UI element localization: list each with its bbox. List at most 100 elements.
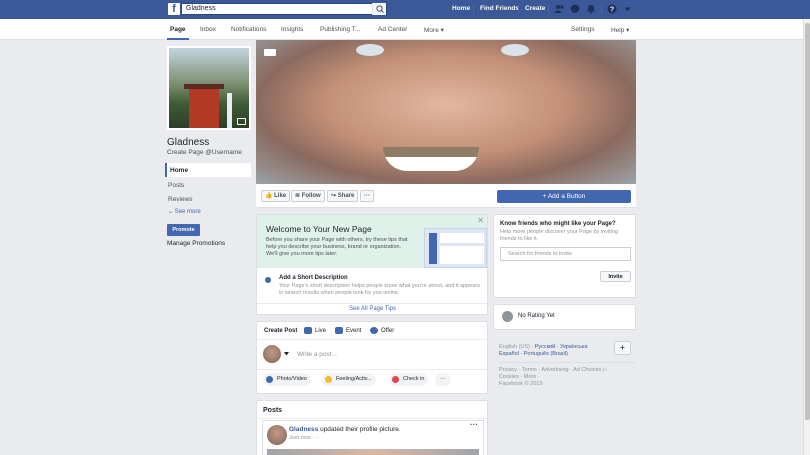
tab-insights[interactable]: Insights — [281, 26, 303, 33]
illustration-card — [440, 246, 484, 264]
search-value: Gladness — [186, 5, 216, 12]
rating-icon — [502, 311, 513, 322]
waterfall-shape — [227, 93, 232, 128]
right-eye-shape — [501, 44, 529, 56]
profile-picture[interactable] — [167, 46, 251, 130]
tab-offer[interactable]: Offer — [381, 328, 394, 334]
scrollbar-thumb[interactable] — [805, 23, 810, 420]
follow-label: Follow — [301, 193, 321, 199]
post-options-button[interactable]: ··· — [470, 420, 478, 429]
post-composer: Create Post Live Event Offer Write a pos… — [256, 321, 488, 394]
illustration-sidebar — [429, 233, 437, 264]
nav-find-friends-link[interactable]: Find Friends — [480, 5, 519, 12]
footer-line-1[interactable]: Privacy · Terms · Advertising · Ad Choic… — [499, 367, 629, 374]
help-icon[interactable]: ? — [607, 4, 617, 14]
rating-text: No Rating Yet — [518, 313, 555, 319]
search-input[interactable]: Gladness — [181, 3, 387, 15]
footer-links: Privacy · Terms · Advertising · Ad Choic… — [499, 367, 629, 388]
illustration-cover — [440, 233, 484, 243]
rating-card: No Rating Yet — [493, 304, 636, 330]
tab-help[interactable]: Help ▾ — [611, 26, 629, 34]
camera-icon[interactable] — [237, 118, 246, 125]
avatar[interactable] — [263, 345, 281, 363]
tab-live[interactable]: Live — [315, 328, 326, 334]
messenger-icon[interactable] — [570, 4, 580, 14]
follow-button[interactable]: ≋ Follow — [291, 190, 325, 202]
check-in-button[interactable]: Check in — [389, 373, 429, 386]
divider — [257, 418, 487, 419]
add-language-button[interactable]: + — [614, 341, 631, 355]
sidebar-item-reviews[interactable]: Reviews — [165, 192, 251, 206]
tab-notifications[interactable]: Notifications — [231, 26, 266, 33]
avatar[interactable] — [267, 425, 287, 445]
facebook-logo-icon[interactable]: f — [168, 3, 180, 15]
tab-settings[interactable]: Settings — [571, 26, 595, 33]
invite-title: Know friends who might like your Page? — [500, 221, 616, 227]
invite-button[interactable]: Invite — [600, 271, 631, 282]
nav-create-link[interactable]: Create — [525, 5, 545, 12]
tab-more[interactable]: More ▾ — [424, 26, 444, 34]
like-button[interactable]: 👍 Like — [261, 190, 291, 202]
thumbs-up-icon: 👍 — [265, 193, 275, 199]
page-scrollbar[interactable] — [803, 19, 810, 455]
friend-requests-icon[interactable] — [554, 4, 565, 14]
more-actions-button[interactable]: ··· — [360, 190, 374, 202]
video-camera-icon[interactable] — [264, 49, 276, 56]
live-video-icon — [304, 327, 312, 334]
see-more-link[interactable]: ⌄ See more — [168, 208, 201, 215]
language-ukrainian[interactable]: · Українська — [555, 344, 588, 350]
post-image-preview[interactable] — [267, 449, 479, 455]
feeling-activity-button[interactable]: Feeling/Activ... — [322, 373, 376, 386]
tab-inbox[interactable]: Inbox — [200, 26, 216, 33]
posts-heading: Posts — [263, 407, 283, 414]
create-username-link[interactable]: Create Page @Username — [167, 149, 242, 156]
tip-title[interactable]: Add a Short Description — [279, 275, 348, 281]
manage-promotions-link[interactable]: Manage Promotions — [167, 240, 225, 247]
calendar-icon — [335, 327, 343, 334]
search-button[interactable] — [372, 3, 386, 15]
footer-copyright: Facebook © 2019 — [499, 381, 543, 387]
cover-photo[interactable] — [256, 40, 636, 184]
add-a-button-button[interactable]: + Add a Button — [497, 190, 631, 203]
globe-icon: ◌ — [315, 435, 319, 441]
language-list: English (US) · Русский · Українська Espa… — [499, 344, 609, 358]
feeling-activity-label: Feeling/Activ... — [336, 376, 372, 382]
post-headline: Gladness updated their profile picture. — [289, 426, 401, 433]
welcome-illustration — [424, 228, 487, 268]
chevron-down-icon[interactable] — [284, 352, 289, 356]
left-eye-shape — [356, 44, 384, 56]
promote-button[interactable]: Promote — [167, 224, 200, 236]
sidebar-item-home[interactable]: Home — [165, 163, 251, 177]
notifications-icon[interactable] — [586, 4, 596, 14]
language-russian[interactable]: Русский — [535, 344, 555, 350]
post-action-text: updated their profile picture. — [320, 426, 401, 433]
see-more-label: See more — [174, 209, 201, 215]
write-post-input[interactable]: Write a post... — [297, 351, 337, 358]
divider — [257, 369, 487, 370]
like-label: Like — [274, 193, 287, 199]
photo-icon — [266, 376, 273, 383]
footer-line-2[interactable]: Cookies · More · — [499, 374, 629, 381]
tab-ad-center[interactable]: Ad Center — [378, 26, 407, 33]
tab-publishing-tools[interactable]: Publishing T... — [320, 26, 360, 33]
info-icon — [265, 277, 271, 283]
post-author-link[interactable]: Gladness — [289, 426, 318, 433]
tab-page[interactable]: Page — [170, 26, 186, 33]
account-menu-chevron-icon[interactable] — [624, 7, 631, 12]
more-options-button[interactable]: ··· — [435, 373, 451, 386]
active-tab-indicator — [167, 38, 189, 40]
nav-home-link[interactable]: Home — [452, 5, 470, 12]
post-timestamp[interactable]: Just now · ◌ — [289, 435, 319, 441]
language-spanish-portuguese[interactable]: Español · Português (Brasil) — [499, 351, 568, 357]
language-english[interactable]: English (US) · — [499, 344, 535, 350]
tab-event[interactable]: Event — [346, 328, 361, 334]
friend-search-input[interactable]: Search for friends to invite — [500, 247, 631, 261]
share-button[interactable]: ↪ Share — [327, 190, 359, 202]
sidebar-item-posts[interactable]: Posts — [165, 178, 251, 192]
page-name[interactable]: Gladness — [167, 137, 209, 148]
invite-text: Help more people discover your Page by i… — [500, 229, 619, 242]
close-icon[interactable]: ✕ — [477, 216, 484, 225]
photo-video-button[interactable]: Photo/Video — [263, 373, 311, 386]
see-all-page-tips-link[interactable]: See All Page Tips — [257, 306, 488, 312]
tab-create-post[interactable]: Create Post — [264, 328, 297, 334]
